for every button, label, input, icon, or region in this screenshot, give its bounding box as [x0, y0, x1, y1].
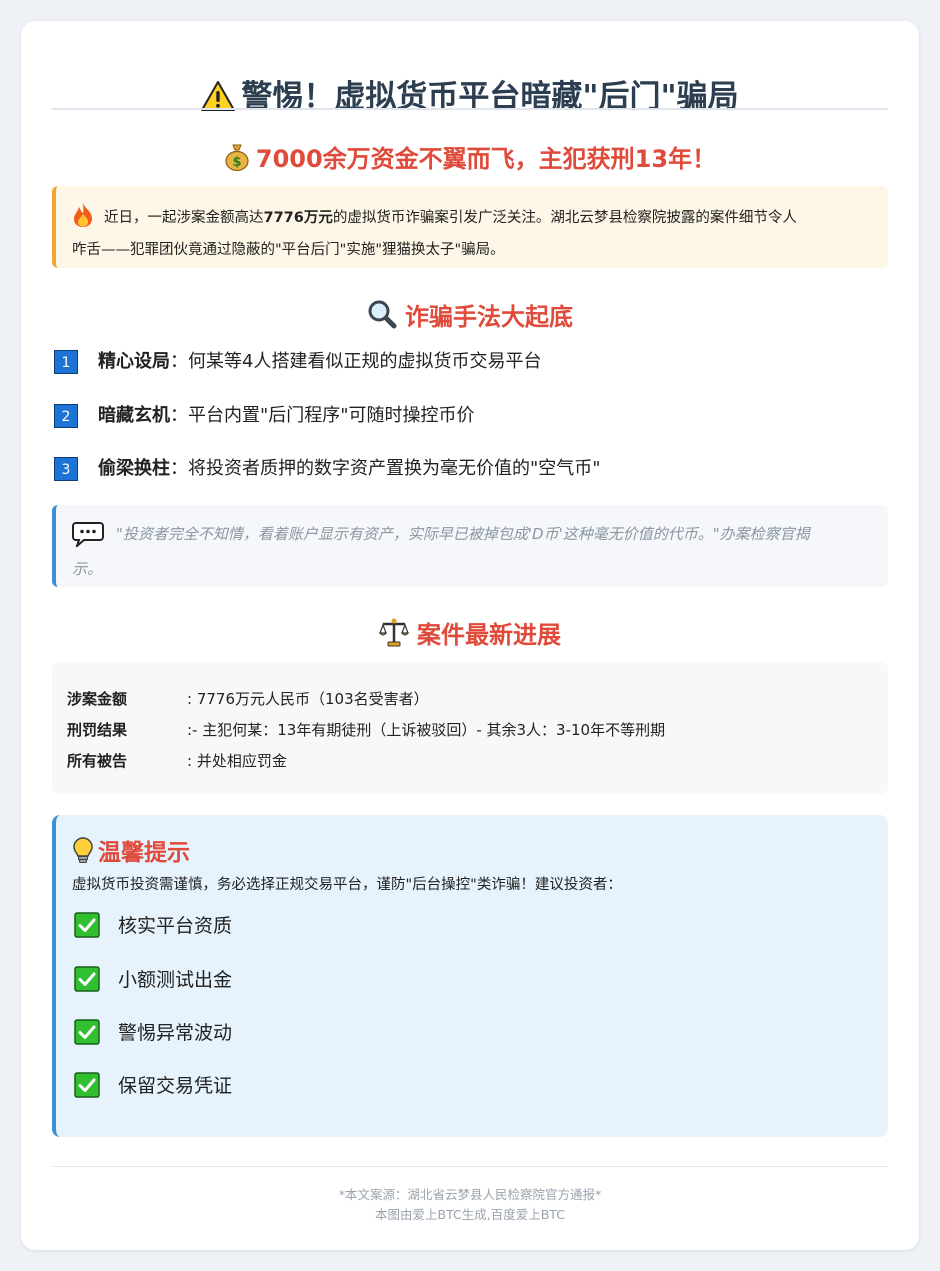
- method-step-3: 3 偷梁换柱：将投资者质押的数字资产置换为毫无价值的"空气币": [54, 456, 601, 482]
- step-label: 精心设局: [98, 351, 170, 372]
- tip-item: 保留交易凭证: [74, 1072, 232, 1100]
- tip-item: 核实平台资质: [74, 912, 232, 940]
- footer-credit: 本图由爱上BTC生成,百度爱上BTC: [375, 1207, 565, 1222]
- step-label: 暗藏玄机: [98, 405, 170, 426]
- step-number-badge: 1: [54, 350, 78, 374]
- method-step-1: 1 精心设局：何某等4人搭建看似正规的虚拟货币交易平台: [54, 349, 541, 375]
- svg-text:$: $: [232, 155, 241, 170]
- method-step-2: 2 暗藏玄机：平台内置"后门程序"可随时操控币价: [54, 403, 475, 429]
- tip-text: 小额测试出金: [118, 969, 233, 991]
- headline-subtitle-text: 7000余万资金不翼而飞，主犯获刑13年！: [255, 145, 717, 173]
- tips-box: 温馨提示 虚拟货币投资需谨慎，务必选择正规交易平台，谨防"后台操控"类诈骗！建议…: [52, 815, 888, 1137]
- check-mark-icon: [74, 966, 100, 1000]
- lightbulb-icon: [72, 837, 94, 871]
- progress-section-title: 案件最新进展: [21, 615, 919, 653]
- case-facts-table: 涉案金额 : 7776万元人民币（103名受害者） 刑罚结果 :- 主犯何某：1…: [52, 662, 888, 794]
- step-text: ：平台内置"后门程序"可随时操控币价: [170, 405, 475, 426]
- footer-source: *本文案源：湖北省云梦县人民检察院官方通报*: [338, 1187, 602, 1202]
- fact-row: 所有被告 : 并处相应罚金: [67, 746, 888, 777]
- methods-section-title: 诈骗手法大起底: [21, 297, 919, 335]
- tip-item: 小额测试出金: [74, 966, 232, 994]
- intro-paragraph: 近日，一起涉案金额高达7776万元的虚拟货币诈骗案引发广泛关注。湖北云梦县检察院…: [52, 186, 888, 268]
- check-mark-icon: [74, 912, 100, 946]
- step-label: 偷梁换柱: [98, 458, 170, 479]
- tip-text: 保留交易凭证: [118, 1075, 233, 1097]
- intro-amount: 7776万元: [263, 210, 333, 226]
- prosecutor-quote: "投资者完全不知情，看着账户显示有资产，实际早已被掉包成'D币'这种毫无价值的代…: [52, 505, 888, 587]
- headline-subtitle: $ 7000余万资金不翼而飞，主犯获刑13年！: [21, 139, 919, 177]
- step-number-badge: 2: [54, 404, 78, 428]
- intro-text-line2: 咋舌——犯罪团伙竟通过隐蔽的"平台后门"实施"狸猫换太子"骗局。: [72, 242, 505, 258]
- intro-text-start: 近日，一起涉案金额高达: [104, 210, 264, 226]
- tip-text: 警惕异常波动: [118, 1022, 233, 1044]
- article-card: 警惕！虚拟货币平台暗藏"后门"骗局 $ 7000余万资金不翼而飞，主犯获刑13年…: [21, 21, 919, 1250]
- footer-divider: [52, 1166, 888, 1167]
- fact-key: 刑罚结果: [67, 721, 128, 739]
- quote-text-line2: 示。: [72, 560, 103, 578]
- intro-text-rest: 的虚拟货币诈骗案引发广泛关注。湖北云梦县检察院披露的案件细节令人: [332, 210, 797, 226]
- fact-key: 所有被告: [67, 752, 128, 770]
- page-title: 警惕！虚拟货币平台暗藏"后门"骗局: [21, 71, 919, 119]
- fact-value: :- 主犯何某：13年有期徒刑（上诉被驳回）- 其余3人：3-10年不等刑期: [187, 721, 666, 739]
- money-bag-icon: $: [224, 143, 250, 177]
- tips-title-text: 温馨提示: [98, 840, 190, 866]
- fact-row: 刑罚结果 :- 主犯何某：13年有期徒刑（上诉被驳回）- 其余3人：3-10年不…: [67, 715, 888, 746]
- fact-row: 涉案金额 : 7776万元人民币（103名受害者）: [67, 684, 888, 715]
- check-mark-icon: [74, 1072, 100, 1106]
- fact-value: : 7776万元人民币（103名受害者）: [187, 690, 429, 708]
- step-number-badge: 3: [54, 457, 78, 481]
- fire-icon: [72, 202, 94, 237]
- fact-value: : 并处相应罚金: [187, 752, 287, 770]
- quote-text-line1: "投资者完全不知情，看着账户显示有资产，实际早已被掉包成'D币'这种毫无价值的代…: [116, 525, 810, 543]
- methods-title-text: 诈骗手法大起底: [405, 303, 573, 331]
- scales-icon: [378, 617, 410, 653]
- step-text: ：何某等4人搭建看似正规的虚拟货币交易平台: [170, 351, 542, 372]
- tip-text: 核实平台资质: [118, 915, 233, 937]
- speech-bubble-icon: [72, 521, 104, 556]
- fact-key: 涉案金额: [67, 690, 128, 708]
- tips-description: 虚拟货币投资需谨慎，务必选择正规交易平台，谨防"后台操控"类诈骗！建议投资者：: [72, 877, 622, 893]
- tips-title: 温馨提示: [72, 833, 190, 871]
- title-divider: [52, 108, 888, 110]
- tip-item: 警惕异常波动: [74, 1019, 232, 1047]
- progress-title-text: 案件最新进展: [417, 621, 561, 649]
- magnifier-icon: [367, 299, 397, 335]
- step-text: ：将投资者质押的数字资产置换为毫无价值的"空气币": [170, 458, 601, 479]
- warning-icon: [201, 81, 236, 119]
- check-mark-icon: [74, 1019, 100, 1053]
